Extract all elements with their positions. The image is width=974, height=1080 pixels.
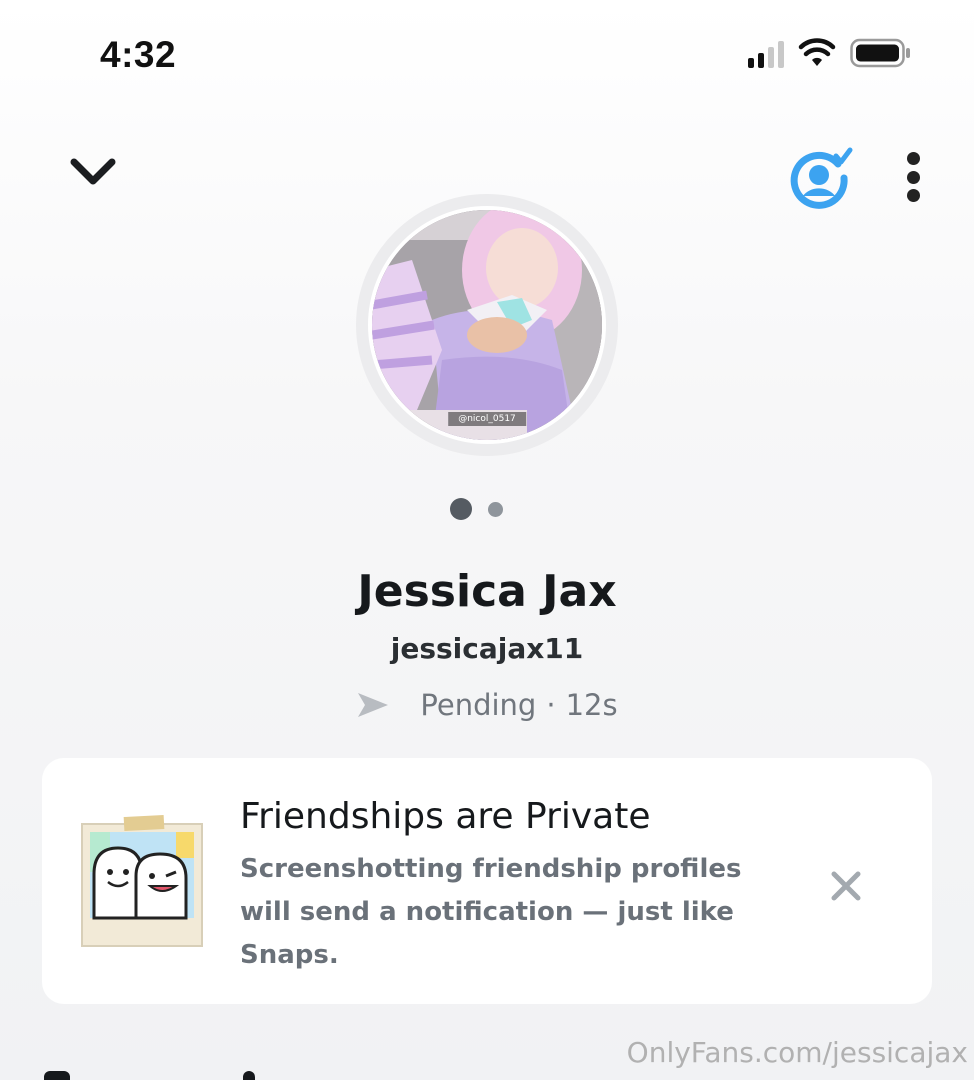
friend-request-status: Pending · 12s bbox=[0, 688, 974, 722]
avatar-photo bbox=[372, 210, 602, 440]
carousel-dot-1[interactable] bbox=[450, 498, 472, 520]
battery-icon bbox=[850, 38, 910, 68]
watermark-text: OnlyFans.com/jessicajax bbox=[626, 1036, 968, 1069]
collapse-button[interactable] bbox=[66, 150, 120, 194]
carousel-dot-2[interactable] bbox=[488, 501, 503, 517]
profile-avatar[interactable]: @nicol_0517 bbox=[356, 194, 618, 456]
status-separator: · bbox=[546, 688, 556, 722]
cellular-signal-icon bbox=[748, 38, 784, 68]
status-time: 4:32 bbox=[100, 34, 177, 75]
status-text: Pending bbox=[420, 688, 537, 722]
avatar-image: @nicol_0517 bbox=[368, 206, 606, 444]
display-name: Jessica Jax bbox=[357, 566, 617, 617]
friend-check-icon bbox=[790, 147, 853, 209]
more-vertical-icon bbox=[906, 152, 920, 165]
next-section-heading-peek bbox=[44, 1068, 264, 1080]
carousel-dots bbox=[450, 498, 503, 520]
friend-status-button[interactable] bbox=[786, 142, 856, 212]
status-elapsed: 12s bbox=[565, 688, 618, 722]
chevron-down-icon bbox=[70, 158, 116, 185]
more-options-button[interactable] bbox=[890, 146, 936, 208]
status-bar: 4:32 bbox=[0, 0, 974, 100]
card-body: Screenshotting friendship profiles will … bbox=[240, 854, 742, 970]
ghosts-polaroid-illustration bbox=[80, 814, 204, 948]
sent-arrow-icon bbox=[356, 691, 390, 719]
status-icons bbox=[748, 38, 912, 68]
avatar-caption: @nicol_0517 bbox=[448, 412, 526, 426]
close-icon bbox=[831, 871, 861, 901]
wifi-icon bbox=[798, 38, 836, 66]
dismiss-card-button[interactable] bbox=[826, 866, 866, 906]
privacy-notice-card: Friendships are Private Screenshotting f… bbox=[42, 758, 932, 1004]
card-title: Friendships are Private bbox=[240, 796, 651, 837]
username: jessicajax11 bbox=[390, 632, 584, 665]
